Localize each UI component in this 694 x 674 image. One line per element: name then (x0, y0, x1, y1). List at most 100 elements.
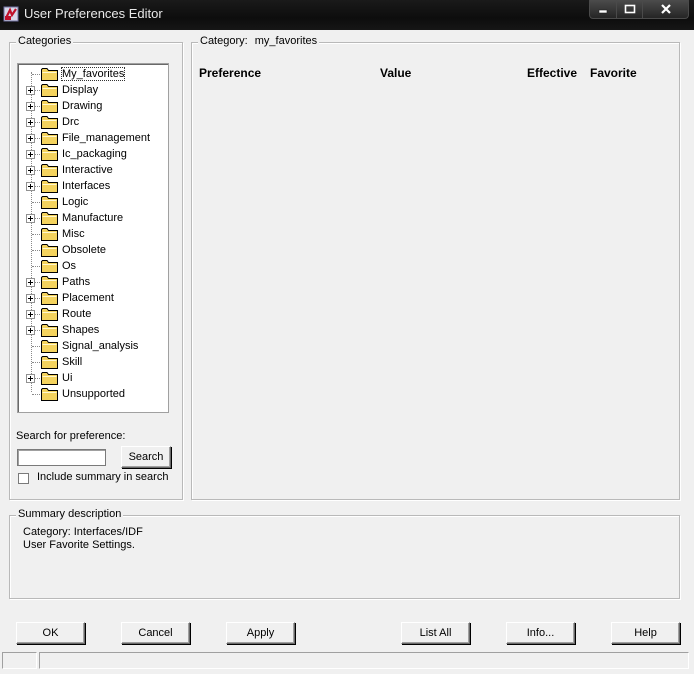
tree-item[interactable]: Drc (18, 114, 166, 130)
tree-item-label: Misc (62, 228, 85, 240)
tree-item-label: Logic (62, 196, 89, 208)
maximize-button[interactable] (617, 0, 643, 19)
folder-icon (41, 308, 58, 321)
ok-button-label: OK (42, 627, 59, 639)
minimize-icon (598, 9, 608, 14)
tree-item[interactable]: Interfaces (18, 178, 166, 194)
tree-item-label: Ic_packaging (62, 148, 127, 160)
tree-connector (32, 202, 40, 203)
tree-connector (32, 266, 40, 267)
expand-icon[interactable] (26, 182, 35, 191)
ok-button[interactable]: OK (16, 622, 85, 644)
folder-icon (41, 244, 58, 257)
search-button[interactable]: Search (121, 446, 171, 468)
tree-item-label: Placement (62, 292, 114, 304)
folder-icon (41, 84, 58, 97)
search-button-label: Search (128, 451, 164, 463)
tree-item-label: Interfaces (62, 180, 111, 192)
minimize-button[interactable] (589, 0, 617, 19)
expand-icon[interactable] (26, 310, 35, 319)
tree-item-label: Paths (62, 276, 91, 288)
tree-item[interactable]: Paths (18, 274, 166, 290)
folder-icon (41, 180, 58, 193)
tree-item[interactable]: Obsolete (18, 242, 166, 258)
tree-item[interactable]: Drawing (18, 98, 166, 114)
summary-category-line: Category: Interfaces/IDF (23, 526, 143, 538)
tree-item[interactable]: Interactive (18, 162, 166, 178)
app-icon (3, 6, 19, 22)
summary-legend: Summary description (16, 508, 124, 520)
tree-item[interactable]: Route (18, 306, 166, 322)
tree-item-label: Unsupported (62, 388, 125, 400)
expand-icon[interactable] (26, 166, 35, 175)
tree-item[interactable]: File_management (18, 130, 166, 146)
expand-icon[interactable] (26, 150, 35, 159)
expand-icon[interactable] (26, 102, 35, 111)
tree-connector (32, 394, 40, 395)
tree-connector (32, 362, 40, 363)
tree-item[interactable]: Signal_analysis (18, 338, 166, 354)
tree-item[interactable]: My_favorites (18, 66, 166, 82)
expand-icon[interactable] (26, 294, 35, 303)
include-summary-checkbox[interactable] (18, 473, 29, 484)
status-cell-left (2, 652, 37, 669)
category-panel: Category: my_favorites (191, 35, 680, 500)
tree-connector (32, 74, 40, 75)
folder-icon (41, 132, 58, 145)
tree-item[interactable]: Placement (18, 290, 166, 306)
tree-item[interactable]: Ui (18, 370, 166, 386)
list-all-button[interactable]: List All (401, 622, 470, 644)
list-all-button-label: List All (419, 627, 452, 639)
summary-description-line: User Favorite Settings. (23, 539, 135, 551)
column-header-effective[interactable]: Effective (527, 66, 577, 80)
tree-item[interactable]: Misc (18, 226, 166, 242)
tree-item[interactable]: Os (18, 258, 166, 274)
apply-button[interactable]: Apply (226, 622, 295, 644)
tree-item[interactable]: Manufacture (18, 210, 166, 226)
tree-item[interactable]: Unsupported (18, 386, 166, 402)
expand-icon[interactable] (26, 214, 35, 223)
tree-item-label: Drawing (62, 100, 103, 112)
cancel-button-label: Cancel (138, 627, 173, 639)
tree-connector (32, 250, 40, 251)
category-tree[interactable]: My_favorites Display Drawing Drc File_manage… (17, 63, 169, 413)
tree-item-label: Drc (62, 116, 80, 128)
title-bar[interactable]: User Preferences Editor (0, 0, 694, 30)
folder-icon (41, 116, 58, 129)
tree-item-label: Route (62, 308, 92, 320)
info-button[interactable]: Info... (506, 622, 575, 644)
help-button[interactable]: Help (611, 622, 680, 644)
tree-item[interactable]: Shapes (18, 322, 166, 338)
tree-item[interactable]: Display (18, 82, 166, 98)
categories-legend: Categories (16, 35, 74, 47)
search-input[interactable] (17, 449, 106, 466)
expand-icon[interactable] (26, 326, 35, 335)
folder-icon (41, 100, 58, 113)
apply-button-label: Apply (246, 627, 275, 639)
folder-icon (41, 372, 58, 385)
column-header-value[interactable]: Value (380, 66, 411, 80)
column-header-preference[interactable]: Preference (199, 66, 261, 80)
include-summary-label: Include summary in search (37, 471, 169, 483)
expand-icon[interactable] (26, 134, 35, 143)
expand-icon[interactable] (26, 86, 35, 95)
folder-icon (41, 228, 58, 241)
folder-icon (41, 292, 58, 305)
tree-connector (32, 234, 40, 235)
expand-icon[interactable] (26, 118, 35, 127)
tree-item-label: Manufacture (62, 212, 124, 224)
expand-icon[interactable] (26, 374, 35, 383)
info-button-label: Info... (526, 627, 555, 639)
expand-icon[interactable] (26, 278, 35, 287)
tree-item-label: Os (62, 260, 77, 272)
tree-item-label: Shapes (62, 324, 100, 336)
column-header-favorite[interactable]: Favorite (590, 66, 637, 80)
close-button[interactable] (643, 0, 689, 19)
tree-item[interactable]: Logic (18, 194, 166, 210)
tree-item-label: File_management (62, 132, 151, 144)
tree-item[interactable]: Ic_packaging (18, 146, 166, 162)
folder-icon (41, 388, 58, 401)
tree-item[interactable]: Skill (18, 354, 166, 370)
window-title: User Preferences Editor (24, 6, 163, 21)
cancel-button[interactable]: Cancel (121, 622, 190, 644)
